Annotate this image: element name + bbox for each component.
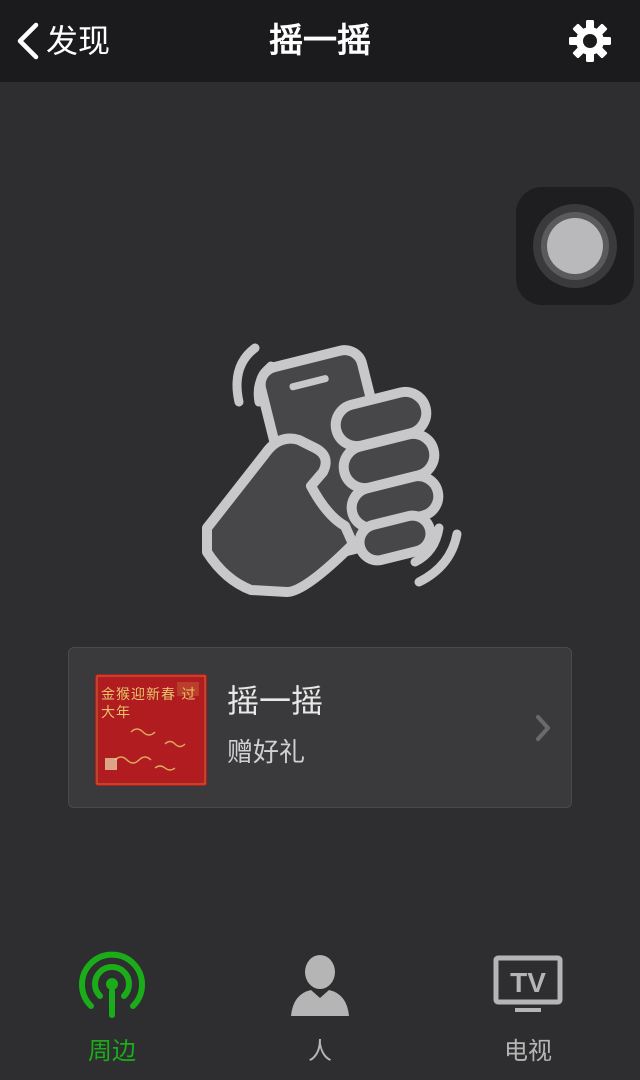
shake-promo-card[interactable]: 金猴迎新春 过大年 摇一摇 赠好礼: [68, 647, 572, 808]
chevron-right-icon: [535, 714, 551, 746]
tab-people-label: 人: [308, 1037, 332, 1065]
tab-nearby[interactable]: 周边: [42, 940, 182, 1080]
card-title: 摇一摇: [227, 682, 324, 720]
tab-nearby-label: 周边: [88, 1037, 136, 1065]
svg-text:TV: TV: [510, 967, 546, 998]
back-button-label: 发现: [46, 22, 111, 60]
tab-tv[interactable]: TV 电视: [458, 940, 598, 1080]
tab-people[interactable]: 人: [250, 940, 390, 1080]
tab-bar: 周边 人 TV 电视: [0, 940, 640, 1080]
tab-tv-label: 电视: [504, 1037, 552, 1065]
gear-icon: [568, 20, 612, 67]
promo-thumbnail-text: 金猴迎新春 过大年: [101, 687, 197, 721]
navigation-bar: 发现 摇一摇: [0, 0, 640, 82]
settings-button[interactable]: [568, 19, 612, 63]
person-icon: [285, 950, 355, 1020]
shake-screen: 发现 摇一摇 金猴迎新春 过大年 摇一摇 赠好礼 周边 人 TV 电视: [0, 0, 640, 1080]
chevron-left-icon: [16, 21, 40, 61]
promo-thumbnail: 金猴迎新春 过大年: [95, 674, 207, 786]
back-button[interactable]: 发现: [16, 16, 110, 66]
assistive-touch-button[interactable]: [516, 187, 634, 305]
card-subtitle: 赠好礼: [227, 738, 306, 768]
shake-hand-icon[interactable]: [195, 330, 475, 600]
broadcast-icon: [77, 950, 147, 1020]
tv-icon: TV: [493, 950, 563, 1020]
